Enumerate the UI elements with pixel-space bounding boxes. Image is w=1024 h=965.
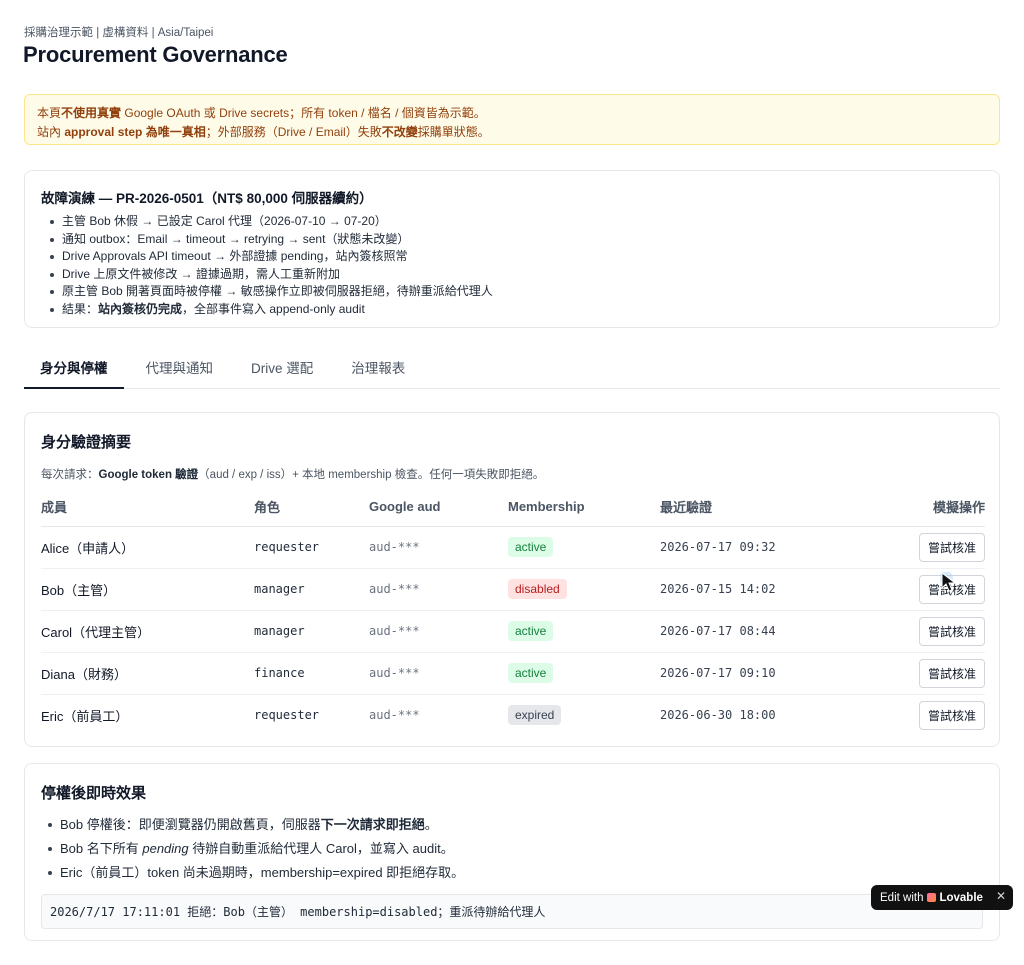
member-role: manager xyxy=(254,610,369,653)
page-title: Procurement Governance xyxy=(23,42,288,67)
try-approve-button[interactable]: 嘗試核准 xyxy=(918,616,985,646)
status-badge: disabled xyxy=(508,579,567,599)
desc-emphasis: Google token 驗證 xyxy=(98,469,199,481)
try-approve-button[interactable]: 嘗試核准 xyxy=(918,532,985,562)
mouse-cursor-icon xyxy=(940,572,957,592)
failure-drill-card: 故障演練 — PR-2026-0501（NT$ 80,000 伺服器續約） 主管… xyxy=(24,170,1000,328)
effect-list: Bob 停權後：即便瀏覽器仍開啟舊頁，伺服器下一次請求即拒絕。 Bob 名下所有… xyxy=(41,813,983,885)
effect-item: Bob 名下所有 pending 待辦自動重派給代理人 Carol，並寫入 au… xyxy=(41,837,983,861)
col-actions: 模擬操作 xyxy=(860,496,985,527)
notice-text: 站內 xyxy=(37,125,65,139)
member-name: Bob（主管） xyxy=(41,568,254,611)
tab-identity[interactable]: 身分與停權 xyxy=(24,352,124,389)
effect-emphasis: pending xyxy=(142,841,189,856)
desc-text: （aud / exp / iss）+ 本地 membership 檢查。任何一項… xyxy=(198,469,545,481)
notice-line-2: 站內 approval step 為唯一真相；外部服務（Drive / Emai… xyxy=(37,123,987,142)
col-last-verified: 最近驗證 xyxy=(660,496,860,527)
identity-summary-card: 身分驗證摘要 每次請求：Google token 驗證（aud / exp / … xyxy=(24,412,1000,747)
effect-text: Bob 名下所有 xyxy=(60,841,143,856)
col-member: 成員 xyxy=(41,496,254,527)
member-aud: aud-*** xyxy=(369,610,508,653)
col-aud: Google aud xyxy=(369,496,508,527)
status-badge: active xyxy=(508,663,554,683)
tab-drive[interactable]: Drive 選配 xyxy=(235,352,329,389)
drill-list: 主管 Bob 休假 → 已設定 Carol 代理（2026-07-10 → 07… xyxy=(41,213,983,319)
edit-with-lovable-badge[interactable]: Edit with Lovable ✕ xyxy=(871,885,1013,910)
col-membership: Membership xyxy=(508,496,660,527)
try-approve-button[interactable]: 嘗試核准 xyxy=(918,700,985,730)
heart-icon xyxy=(927,893,937,902)
effect-item: Eric（前員工）token 尚未過期時，membership=expired … xyxy=(41,861,983,885)
status-badge: expired xyxy=(508,705,562,726)
drill-result-label: 結果： xyxy=(62,301,99,316)
drill-result-emphasis: 站內簽核仍完成 xyxy=(98,301,183,316)
drill-result: 結果：站內簽核仍完成，全部事件寫入 append-only audit xyxy=(41,301,983,319)
member-aud: aud-*** xyxy=(369,568,508,611)
status-badge: active xyxy=(508,621,554,641)
drill-item: 主管 Bob 休假 → 已設定 Carol 代理（2026-07-10 → 07… xyxy=(41,213,983,231)
breadcrumb: 採購治理示範 | 虛構資料 | Asia/Taipei xyxy=(24,27,214,39)
close-icon[interactable]: ✕ xyxy=(996,889,1006,903)
notice-emphasis: 不改變 xyxy=(381,125,418,139)
drill-item: 原主管 Bob 開著頁面時被停權 → 敏感操作立即被伺服器拒絕，待辦重派給代理人 xyxy=(41,283,983,301)
demo-notice: 本頁不使用真實 Google OAuth 或 Drive secrets；所有 … xyxy=(24,94,1000,145)
drill-result-text: ，全部事件寫入 append-only audit xyxy=(182,301,365,316)
notice-text: ；外部服務（Drive / Email）失敗 xyxy=(205,125,382,139)
section-description: 每次請求：Google token 驗證（aud / exp / iss）+ 本… xyxy=(41,466,983,482)
member-aud: aud-*** xyxy=(369,708,420,723)
section-title: 身分驗證摘要 xyxy=(41,434,132,451)
members-table: 成員 角色 Google aud Membership 最近驗證 模擬操作 Al… xyxy=(41,496,985,736)
last-verified: 2026-07-17 09:10 xyxy=(660,652,860,695)
table-row: Alice（申請人） requester aud-*** active 2026… xyxy=(41,526,985,569)
drill-item: Drive Approvals API timeout → 外部證據 pendi… xyxy=(41,248,983,266)
effect-item: Bob 停權後：即便瀏覽器仍開啟舊頁，伺服器下一次請求即拒絕。 xyxy=(41,813,983,837)
table-row: Eric（前員工） requester aud-*** expired 2026… xyxy=(41,694,985,736)
notice-line-1: 本頁不使用真實 Google OAuth 或 Drive secrets；所有 … xyxy=(37,104,987,123)
effect-emphasis: 下一次請求即拒絕 xyxy=(320,817,425,832)
effect-text: 。 xyxy=(424,817,438,832)
status-badge: active xyxy=(508,537,554,557)
table-row: Carol（代理主管） manager aud-*** active 2026-… xyxy=(41,610,985,653)
last-verified: 2026-07-17 09:32 xyxy=(660,526,860,569)
notice-text: Google OAuth 或 Drive secrets；所有 token / … xyxy=(121,106,486,120)
tab-delegation[interactable]: 代理與通知 xyxy=(130,352,230,389)
audit-log-line: 2026/7/17 17:11:01 拒絕：Bob（主管） membership… xyxy=(41,894,983,929)
member-name: Diana（財務） xyxy=(41,652,254,695)
last-verified: 2026-07-15 14:02 xyxy=(660,568,860,611)
effect-text: 待辦自動重派給代理人 Carol，並寫入 audit。 xyxy=(188,841,454,856)
try-approve-button[interactable]: 嘗試核准 xyxy=(918,658,985,688)
effect-text: Bob 停權後：即便瀏覽器仍開啟舊頁，伺服器 xyxy=(60,817,321,832)
member-role: finance xyxy=(254,652,369,695)
badge-label: Edit with xyxy=(880,891,924,904)
lovable-logo: Lovable xyxy=(927,891,983,904)
member-role: manager xyxy=(254,568,369,611)
member-aud: aud-*** xyxy=(369,652,508,695)
member-role: requester xyxy=(254,526,369,569)
drill-item: 通知 outbox：Email → timeout → retrying → s… xyxy=(41,231,983,249)
member-role: requester xyxy=(254,708,320,723)
last-verified: 2026-06-30 18:00 xyxy=(660,708,776,723)
drill-item: Drive 上原文件被修改 → 證據過期，需人工重新附加 xyxy=(41,266,983,284)
table-row: Diana（財務） finance aud-*** active 2026-07… xyxy=(41,652,985,695)
notice-text: 本頁 xyxy=(37,106,62,120)
table-row: Bob（主管） manager aud-*** disabled 2026-07… xyxy=(41,568,985,611)
col-role: 角色 xyxy=(254,496,369,527)
notice-emphasis: approval step 為唯一真相 xyxy=(64,125,206,139)
brand-name: Lovable xyxy=(939,891,983,904)
last-verified: 2026-07-17 08:44 xyxy=(660,610,860,653)
table-header-row: 成員 角色 Google aud Membership 最近驗證 模擬操作 xyxy=(41,496,985,527)
notice-text: 採購單狀態。 xyxy=(417,125,490,139)
tab-reports[interactable]: 治理報表 xyxy=(335,352,421,389)
member-aud: aud-*** xyxy=(369,526,508,569)
drill-title: 故障演練 — PR-2026-0501（NT$ 80,000 伺服器續約） xyxy=(41,191,373,206)
member-name: Eric（前員工） xyxy=(41,708,129,724)
member-name: Carol（代理主管） xyxy=(41,610,254,653)
notice-emphasis: 不使用真實 xyxy=(61,106,122,120)
member-name: Alice（申請人） xyxy=(41,526,254,569)
section-title: 停權後即時效果 xyxy=(41,785,147,802)
tab-bar: 身分與停權 代理與通知 Drive 選配 治理報表 xyxy=(24,352,1000,389)
desc-text: 每次請求： xyxy=(41,469,99,481)
suspension-effect-card: 停權後即時效果 Bob 停權後：即便瀏覽器仍開啟舊頁，伺服器下一次請求即拒絕。 … xyxy=(24,763,1000,941)
